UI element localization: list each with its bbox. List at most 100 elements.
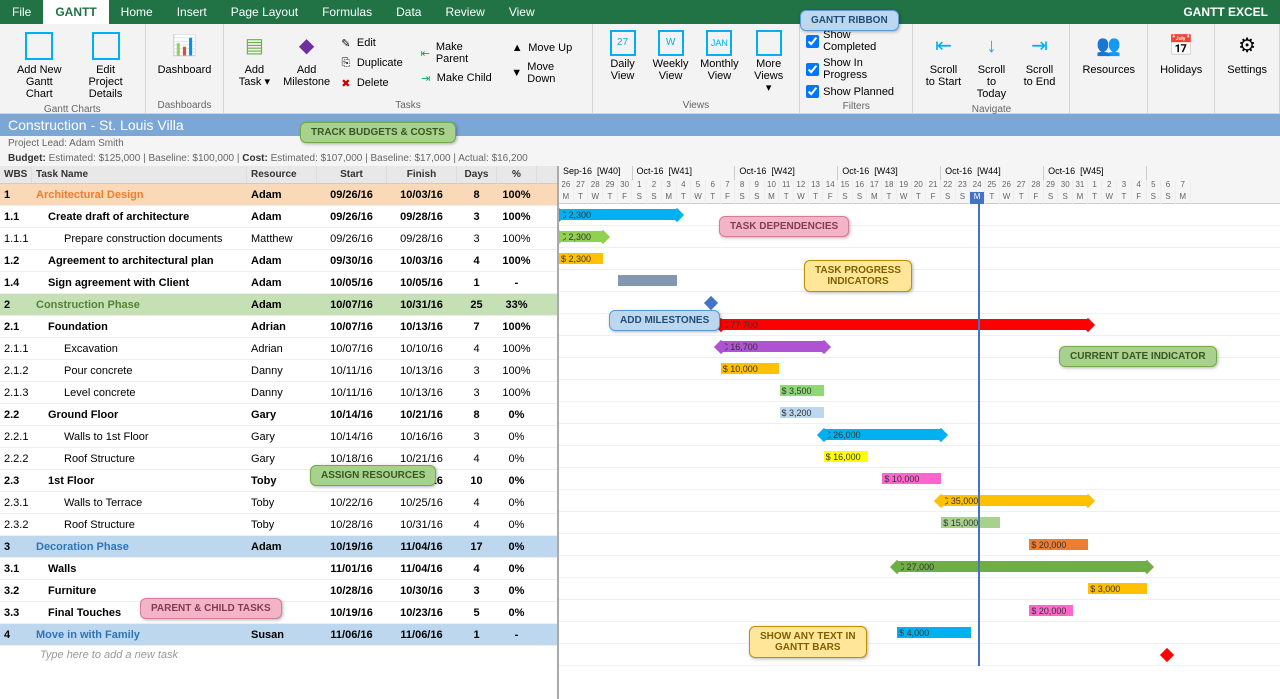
gantt-row: $ 3,200 <box>559 402 1280 424</box>
monthly-view-button[interactable]: JANMonthly View <box>695 28 745 98</box>
scroll-to-today-button[interactable]: ↓Scroll to Today <box>967 28 1015 102</box>
gantt-bar[interactable]: $ 16,700 <box>721 341 824 352</box>
gantt-bar[interactable]: $ 3,200 <box>780 407 824 418</box>
up-icon: ▲ <box>510 41 524 55</box>
gantt-bar[interactable]: $ 16,000 <box>824 451 868 462</box>
group-label-filters: Filters <box>806 99 906 114</box>
table-row[interactable]: 1.2 Agreement to architectural plan Adam… <box>0 250 557 272</box>
gantt-bar[interactable]: $ 20,000 <box>1029 539 1088 550</box>
menubar: File GANTT Home Insert Page Layout Formu… <box>0 0 1280 24</box>
show-planned-checkbox[interactable]: Show Planned <box>806 84 906 99</box>
dashboard-button[interactable]: 📊Dashboard <box>152 28 218 98</box>
resources-button[interactable]: 👥Resources <box>1076 28 1141 109</box>
menu-data[interactable]: Data <box>384 0 433 24</box>
gantt-bar[interactable]: $ 77,700 <box>721 319 1089 330</box>
col-finish[interactable]: Finish <box>387 166 457 183</box>
gantt-bar[interactable]: $ 26,000 <box>824 429 942 440</box>
menu-insert[interactable]: Insert <box>165 0 219 24</box>
gantt-bar[interactable]: $ 20,000 <box>1029 605 1073 616</box>
delete-task-button[interactable]: ✖Delete <box>335 74 407 92</box>
col-resource[interactable]: Resource <box>247 166 317 183</box>
milestone-marker[interactable] <box>704 296 718 310</box>
callout-parent-child: PARENT & CHILD TASKS <box>140 598 282 619</box>
col-days[interactable]: Days <box>457 166 497 183</box>
menu-gantt[interactable]: GANTT <box>43 0 108 24</box>
timeline-header: Sep-16 [W40]Oct-16 [W41]Oct-16 [W42]Oct-… <box>559 166 1280 204</box>
menu-review[interactable]: Review <box>433 0 496 24</box>
show-in-progress-checkbox[interactable]: Show In Progress <box>806 56 906 82</box>
gantt-row: $ 2,300 <box>559 226 1280 248</box>
table-row[interactable]: 2.2.1 Walls to 1st Floor Gary 10/14/16 1… <box>0 426 557 448</box>
menu-file[interactable]: File <box>0 0 43 24</box>
gantt-bar[interactable]: $ 2,300 <box>559 209 677 220</box>
group-label-tasks: Tasks <box>230 98 585 113</box>
make-parent-button[interactable]: ⇤Make Parent <box>415 39 498 67</box>
table-row[interactable]: 2.1.2 Pour concrete Danny 10/11/16 10/13… <box>0 360 557 382</box>
table-row[interactable]: 2.1 Foundation Adrian 10/07/16 10/13/16 … <box>0 316 557 338</box>
col-wbs[interactable]: WBS <box>0 166 32 183</box>
weekly-view-button[interactable]: WWeekly View <box>647 28 695 98</box>
show-completed-checkbox[interactable]: Show Completed <box>806 28 906 54</box>
table-row[interactable]: 1 Architectural Design Adam 09/26/16 10/… <box>0 184 557 206</box>
table-row[interactable]: 1.4 Sign agreement with Client Adam 10/0… <box>0 272 557 294</box>
table-row[interactable]: 3 Decoration Phase Adam 10/19/16 11/04/1… <box>0 536 557 558</box>
table-row[interactable]: 2.2.2 Roof Structure Gary 10/18/16 10/21… <box>0 448 557 470</box>
make-child-button[interactable]: ⇥Make Child <box>415 69 498 87</box>
edit-task-button[interactable]: ✎Edit <box>335 34 407 52</box>
col-pct[interactable]: % <box>497 166 537 183</box>
new-task-placeholder[interactable]: Type here to add a new task <box>0 646 557 664</box>
gantt-row: $ 15,000 <box>559 512 1280 534</box>
gantt-bar[interactable]: $ 4,000 <box>897 627 971 638</box>
edit-project-details-button[interactable]: Edit Project Details <box>73 28 139 102</box>
arrow-start-icon: ⇤ <box>927 30 959 62</box>
scroll-to-end-button[interactable]: ⇥Scroll to End <box>1015 28 1063 102</box>
gantt-row: $ 20,000 <box>559 600 1280 622</box>
table-row[interactable]: 2.3.2 Roof Structure Toby 10/28/16 10/31… <box>0 514 557 536</box>
menu-view[interactable]: View <box>497 0 547 24</box>
add-task-button[interactable]: ▤Add Task ▾ <box>230 28 278 98</box>
table-row[interactable]: 2.2 Ground Floor Gary 10/14/16 10/21/16 … <box>0 404 557 426</box>
menu-page-layout[interactable]: Page Layout <box>219 0 310 24</box>
daily-view-button[interactable]: 27Daily View <box>599 28 647 98</box>
col-task[interactable]: Task Name <box>32 166 247 183</box>
menu-home[interactable]: Home <box>109 0 165 24</box>
gantt-bar[interactable]: $ 27,000 <box>897 561 1147 572</box>
move-up-button[interactable]: ▲Move Up <box>506 39 585 57</box>
gantt-bar[interactable]: $ 2,300 <box>559 253 603 264</box>
table-row[interactable]: 2 Construction Phase Adam 10/07/16 10/31… <box>0 294 557 316</box>
gantt-row: $ 16,000 <box>559 446 1280 468</box>
move-down-button[interactable]: ▼Move Down <box>506 59 585 87</box>
x-icon: ✖ <box>339 76 353 90</box>
gantt-bar[interactable]: $ 3,500 <box>780 385 824 396</box>
gear-icon: ⚙ <box>1231 30 1263 62</box>
menu-formulas[interactable]: Formulas <box>310 0 384 24</box>
project-budget-row: Budget: Estimated: $125,000 | Baseline: … <box>0 151 1280 166</box>
gantt-bar[interactable]: $ 10,000 <box>721 363 780 374</box>
gantt-bar[interactable]: $ 10,000 <box>882 473 941 484</box>
calendar-day-icon: 27 <box>610 30 636 56</box>
table-row[interactable]: 2.3 1st Floor Toby 10/22/16 10/31/16 10 … <box>0 470 557 492</box>
table-row[interactable]: 3.1 Walls 11/01/16 11/04/16 4 0% <box>0 558 557 580</box>
col-start[interactable]: Start <box>317 166 387 183</box>
scroll-to-start-button[interactable]: ⇤Scroll to Start <box>919 28 967 102</box>
add-milestone-button[interactable]: ◆Add Milestone <box>278 28 334 98</box>
gantt-bar[interactable] <box>618 275 677 286</box>
holidays-button[interactable]: 📅Holidays <box>1154 28 1208 109</box>
duplicate-task-button[interactable]: ⎘Duplicate <box>335 54 407 72</box>
table-row[interactable]: 1.1.1 Prepare construction documents Mat… <box>0 228 557 250</box>
gantt-bar[interactable]: $ 3,000 <box>1088 583 1147 594</box>
table-row[interactable]: 2.1.1 Excavation Adrian 10/07/16 10/10/1… <box>0 338 557 360</box>
table-row[interactable]: 1.1 Create draft of architecture Adam 09… <box>0 206 557 228</box>
gantt-row: $ 2,300 <box>559 204 1280 226</box>
milestone-marker[interactable] <box>1160 648 1174 662</box>
outdent-icon: ⇤ <box>419 46 432 60</box>
chart-icon: 📊 <box>168 30 200 62</box>
gantt-bar[interactable]: $ 15,000 <box>941 517 1000 528</box>
add-new-gantt-button[interactable]: Add New Gantt Chart <box>6 28 73 102</box>
table-row[interactable]: 2.1.3 Level concrete Danny 10/11/16 10/1… <box>0 382 557 404</box>
settings-button[interactable]: ⚙Settings <box>1221 28 1273 109</box>
table-row[interactable]: 2.3.1 Walls to Terrace Toby 10/22/16 10/… <box>0 492 557 514</box>
gantt-bar[interactable]: $ 35,000 <box>941 495 1088 506</box>
table-row[interactable]: 4 Move in with Family Susan 11/06/16 11/… <box>0 624 557 646</box>
more-views-button[interactable]: More Views ▾ <box>744 28 793 98</box>
